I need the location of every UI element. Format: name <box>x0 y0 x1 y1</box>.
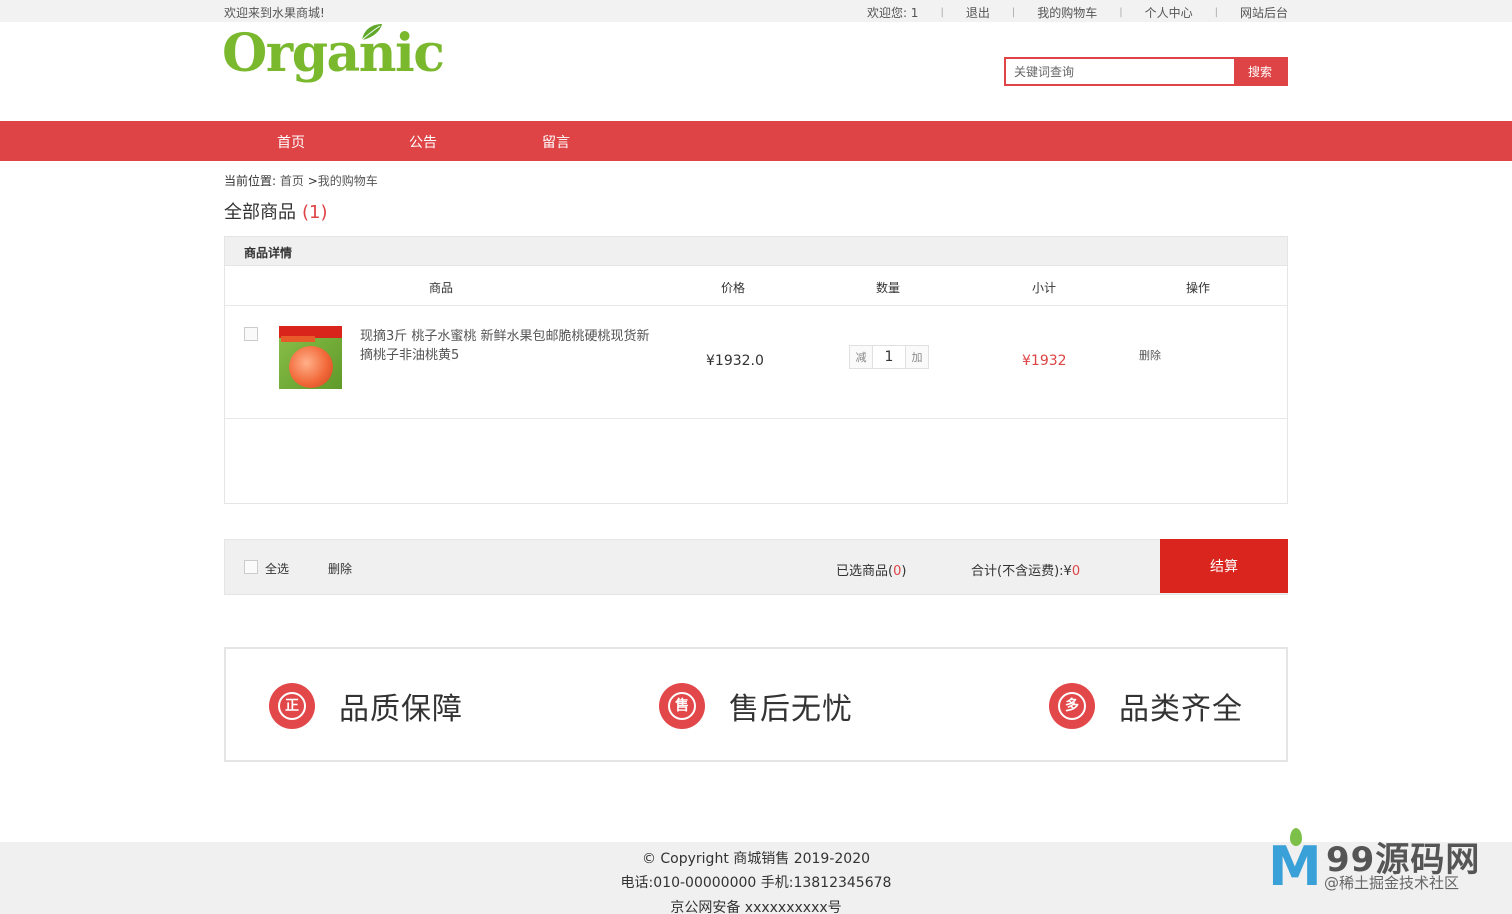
checkout-button[interactable]: 结算 <box>1160 539 1288 593</box>
cart-title: 全部商品 (1) <box>224 198 328 224</box>
total-price: 合计(不含运费):¥0 <box>971 560 1080 579</box>
main-nav: 首页 公告 留言 <box>0 121 1512 161</box>
quantity-increase-button[interactable]: 加 <box>906 346 928 368</box>
product-name-link[interactable]: 现摘3斤 桃子水蜜桃 新鲜水果包邮脆桃硬桃现货新摘桃子非油桃黄5 <box>360 327 655 365</box>
top-link-my-cart[interactable]: 我的购物车 <box>1037 4 1097 21</box>
product-thumbnail[interactable] <box>279 326 342 389</box>
top-link-welcome-user[interactable]: 欢迎您: 1 <box>867 4 919 21</box>
quality-badge-icon: 正 <box>269 683 315 729</box>
breadcrumb: 当前位置: 首页 >我的购物车 <box>224 172 378 189</box>
column-header-price: 价格 <box>721 281 746 295</box>
divider: | <box>1214 7 1218 18</box>
total-value: 0 <box>1071 564 1081 579</box>
column-header-actions: 操作 <box>1186 281 1211 295</box>
welcome-text: 欢迎来到水果商城! <box>224 6 325 20</box>
variety-badge-icon: 多 <box>1049 683 1095 729</box>
column-header-subtotal: 小计 <box>1032 281 1057 295</box>
selected-count-label: 已选商品 <box>836 564 889 579</box>
search-box: 搜索 <box>1004 57 1288 86</box>
cart-table: 商品详情 商品 价格 数量 小计 操作 现摘3斤 桃子水蜜桃 新鲜水果包邮脆桃硬… <box>224 236 1288 504</box>
total-label: 合计(不含运费): <box>971 564 1064 579</box>
quantity-input[interactable]: 1 <box>872 346 906 368</box>
service-label: 品质保障 <box>339 692 463 727</box>
select-all-label[interactable]: 全选 <box>265 560 289 577</box>
top-link-admin[interactable]: 网站后台 <box>1240 4 1288 21</box>
delete-item-link[interactable]: 删除 <box>1139 347 1161 363</box>
service-after-sales: 售 售后无忧 <box>659 683 853 729</box>
cart-summary-bar: 全选 删除 已选商品(0) 合计(不含运费):¥0 结算 <box>224 539 1288 595</box>
nav-message[interactable]: 留言 <box>542 132 570 152</box>
selected-count-value: 0 <box>893 564 902 579</box>
cart-title-label: 全部商品 <box>224 202 296 223</box>
service-quality: 正 品质保障 <box>269 683 463 729</box>
item-checkbox[interactable] <box>244 327 258 341</box>
delete-selected-link[interactable]: 删除 <box>328 560 352 577</box>
selected-count: 已选商品(0) <box>836 564 907 579</box>
divider: | <box>940 7 944 18</box>
top-link-user-center[interactable]: 个人中心 <box>1145 4 1193 21</box>
service-label: 售后无忧 <box>729 692 853 727</box>
breadcrumb-home[interactable]: 首页 <box>280 174 304 188</box>
divider <box>225 418 1287 419</box>
divider: | <box>1119 7 1123 18</box>
nav-home[interactable]: 首页 <box>277 132 305 152</box>
after-sales-badge-icon: 售 <box>659 683 705 729</box>
select-all-checkbox[interactable] <box>244 560 258 574</box>
nav-notice[interactable]: 公告 <box>409 132 437 152</box>
product-subtotal: ¥1932 <box>1022 353 1067 369</box>
site-logo[interactable]: Organic <box>222 24 445 84</box>
top-bar: 欢迎来到水果商城! 欢迎您: 1 | 退出 | 我的购物车 | 个人中心 | 网… <box>0 0 1512 22</box>
watermark-subtitle: @稀土掘金技术社区 <box>1324 874 1460 892</box>
service-variety: 多 品类齐全 <box>1049 683 1243 729</box>
breadcrumb-separator: > <box>307 174 318 188</box>
breadcrumb-prefix: 当前位置: <box>224 174 277 188</box>
breadcrumb-current[interactable]: 我的购物车 <box>318 174 378 188</box>
quantity-stepper: 减 1 加 <box>849 345 929 369</box>
search-button[interactable]: 搜索 <box>1234 59 1286 84</box>
product-price: ¥1932.0 <box>706 353 764 369</box>
watermark: M 99源码网 @稀土掘金技术社区 <box>1268 826 1498 896</box>
top-link-logout[interactable]: 退出 <box>966 4 990 21</box>
divider <box>225 305 1287 306</box>
column-header-product: 商品 <box>429 281 454 295</box>
m-logo-icon: M <box>1268 835 1322 898</box>
quantity-decrease-button[interactable]: 减 <box>850 346 872 368</box>
top-nav: 欢迎您: 1 | 退出 | 我的购物车 | 个人中心 | 网站后台 <box>867 4 1288 21</box>
service-label: 品类齐全 <box>1119 692 1243 727</box>
footer-icp: 京公网安备 xxxxxxxxxx号 <box>670 900 842 914</box>
service-guarantees: 正 品质保障 售 售后无忧 多 品类齐全 <box>224 647 1288 762</box>
cart-section-header: 商品详情 <box>225 237 1287 266</box>
column-header-quantity: 数量 <box>876 281 901 295</box>
search-input[interactable] <box>1006 59 1234 84</box>
cart-item-count: (1) <box>302 202 328 223</box>
leaf-icon <box>361 24 382 41</box>
divider: | <box>1011 7 1016 18</box>
total-currency: ¥ <box>1063 564 1072 579</box>
